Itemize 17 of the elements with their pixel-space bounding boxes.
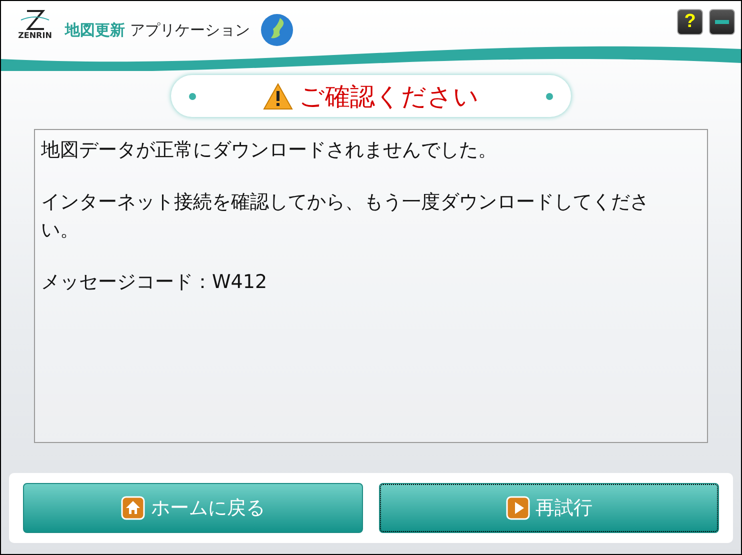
home-button[interactable]: ホームに戻る xyxy=(23,483,363,533)
play-icon xyxy=(506,496,530,520)
message-text: メッセージコード：W412 xyxy=(41,270,268,295)
dot-icon xyxy=(189,92,196,100)
logo-icon xyxy=(20,9,50,31)
retry-button[interactable]: 再試行 xyxy=(379,483,719,533)
home-icon xyxy=(121,496,145,520)
logo-text: ZENRIN xyxy=(18,31,52,40)
help-button[interactable]: ? xyxy=(677,9,703,35)
warning-icon xyxy=(263,82,293,110)
dot-icon xyxy=(546,92,553,100)
notice-title: ご確認ください xyxy=(299,80,479,112)
minimize-button[interactable] xyxy=(709,9,735,35)
message-text: 地図データが正常にダウンロードされませんでした。 xyxy=(41,138,498,163)
message-text: インターネット接続を確認してから、もう一度ダウンロードしてください。 xyxy=(41,190,650,243)
globe-icon xyxy=(260,13,294,47)
app-title: 地図更新 アプリケーション xyxy=(65,21,250,40)
